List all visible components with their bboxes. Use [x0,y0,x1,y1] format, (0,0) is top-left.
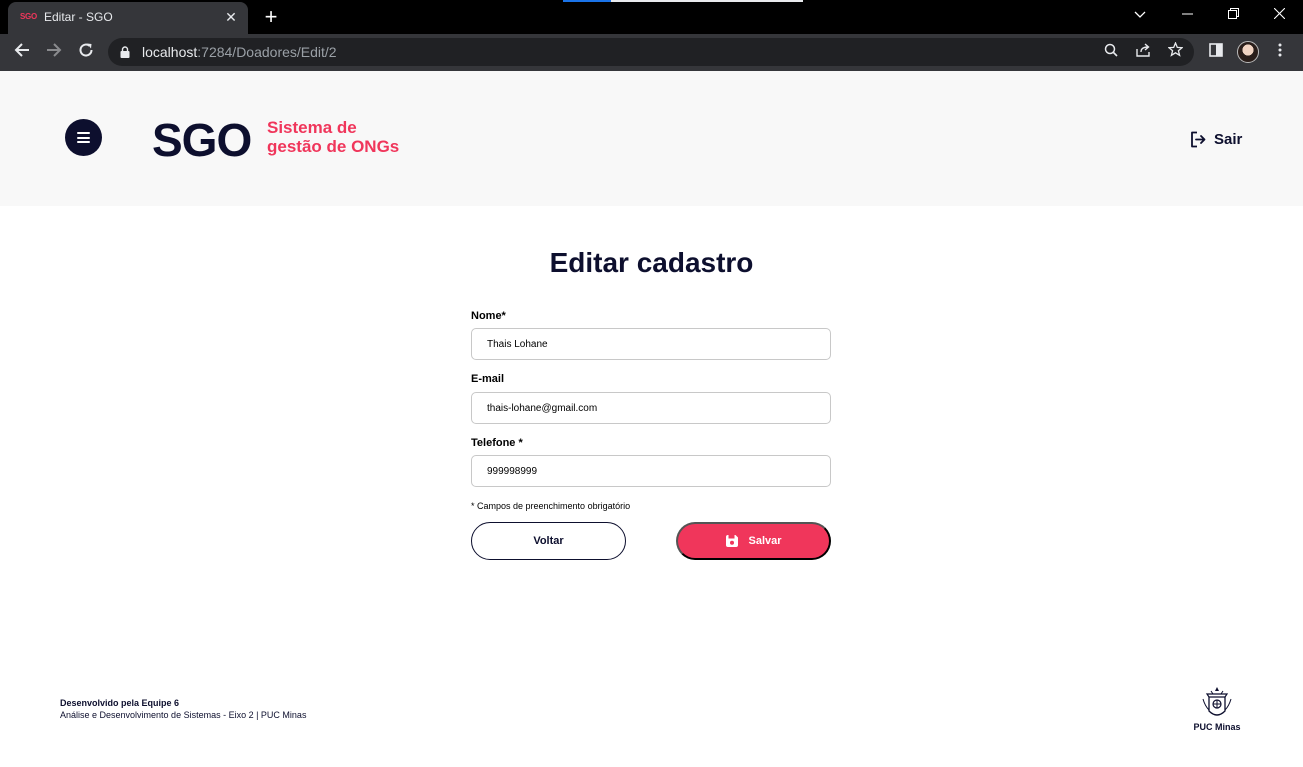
footer-subtitle: Análise e Desenvolvimento de Sistemas - … [60,710,307,720]
name-label: Nome* [471,310,506,322]
phone-input[interactable] [471,455,831,487]
forward-arrow-icon[interactable] [40,38,68,66]
logout-button[interactable]: Sair [1190,128,1242,150]
save-icon [726,535,739,547]
close-window-icon[interactable] [1256,0,1302,30]
browser-toolbar: localhost:7284/Doadores/Edit/2 [0,34,1303,71]
page-title: Editar cadastro [549,247,754,278]
email-label: E-mail [471,373,505,385]
profile-avatar[interactable] [1237,41,1259,63]
save-label: Salvar [748,535,782,547]
phone-label: Telefone * [471,437,523,449]
email-input[interactable] [471,392,831,424]
logo-sgo[interactable]: SGO [152,113,252,167]
back-arrow-icon[interactable] [8,38,36,66]
puc-crest-icon [1202,687,1232,716]
browser-tabstrip: SGO Editar - SGO ✕ + [0,0,1303,34]
tab-title: Editar - SGO [44,10,113,24]
tab-favicon: SGO [20,12,37,21]
logout-icon [1191,131,1206,147]
side-panel-icon[interactable] [1204,40,1228,64]
address-bar[interactable]: localhost:7284/Doadores/Edit/2 [108,38,1194,66]
tab-close-icon[interactable]: ✕ [220,6,242,28]
hamburger-menu-button[interactable] [65,119,102,156]
zoom-icon[interactable] [1101,42,1121,62]
puc-logo-text: PUC Minas [1193,722,1241,732]
footer-title: Desenvolvido pela Equipe 6 [60,698,180,708]
page: SGO Sistema de gestão de ONGs Sair Edita… [0,71,1303,767]
name-input[interactable] [471,328,831,360]
restore-icon[interactable] [1210,0,1256,30]
share-icon[interactable] [1133,42,1153,62]
tabstrip-indicator [563,0,803,2]
logo-subtitle: Sistema de gestão de ONGs [267,118,437,156]
back-button[interactable]: Voltar [471,522,626,560]
tab-search-icon[interactable] [1117,0,1163,30]
logo-subtitle-line1: Sistema de [267,118,357,137]
site-header: SGO Sistema de gestão de ONGs Sair [0,71,1303,206]
bookmark-star-icon[interactable] [1165,41,1185,62]
new-tab-icon[interactable]: + [258,4,284,30]
kebab-menu-icon[interactable] [1268,40,1292,64]
puc-minas-logo: PUC Minas [1190,686,1244,734]
required-fields-hint: * Campos de preenchimento obrigatório [471,501,631,511]
save-button[interactable]: Salvar [676,522,831,560]
logout-label: Sair [1214,130,1243,148]
browser-tab[interactable]: SGO Editar - SGO ✕ [8,2,248,34]
lock-icon[interactable] [120,46,130,58]
url-text[interactable]: localhost:7284/Doadores/Edit/2 [142,44,337,60]
reload-icon[interactable] [72,38,100,66]
minimize-icon[interactable] [1164,0,1210,30]
logo-subtitle-line2: gestão de ONGs [267,137,400,156]
